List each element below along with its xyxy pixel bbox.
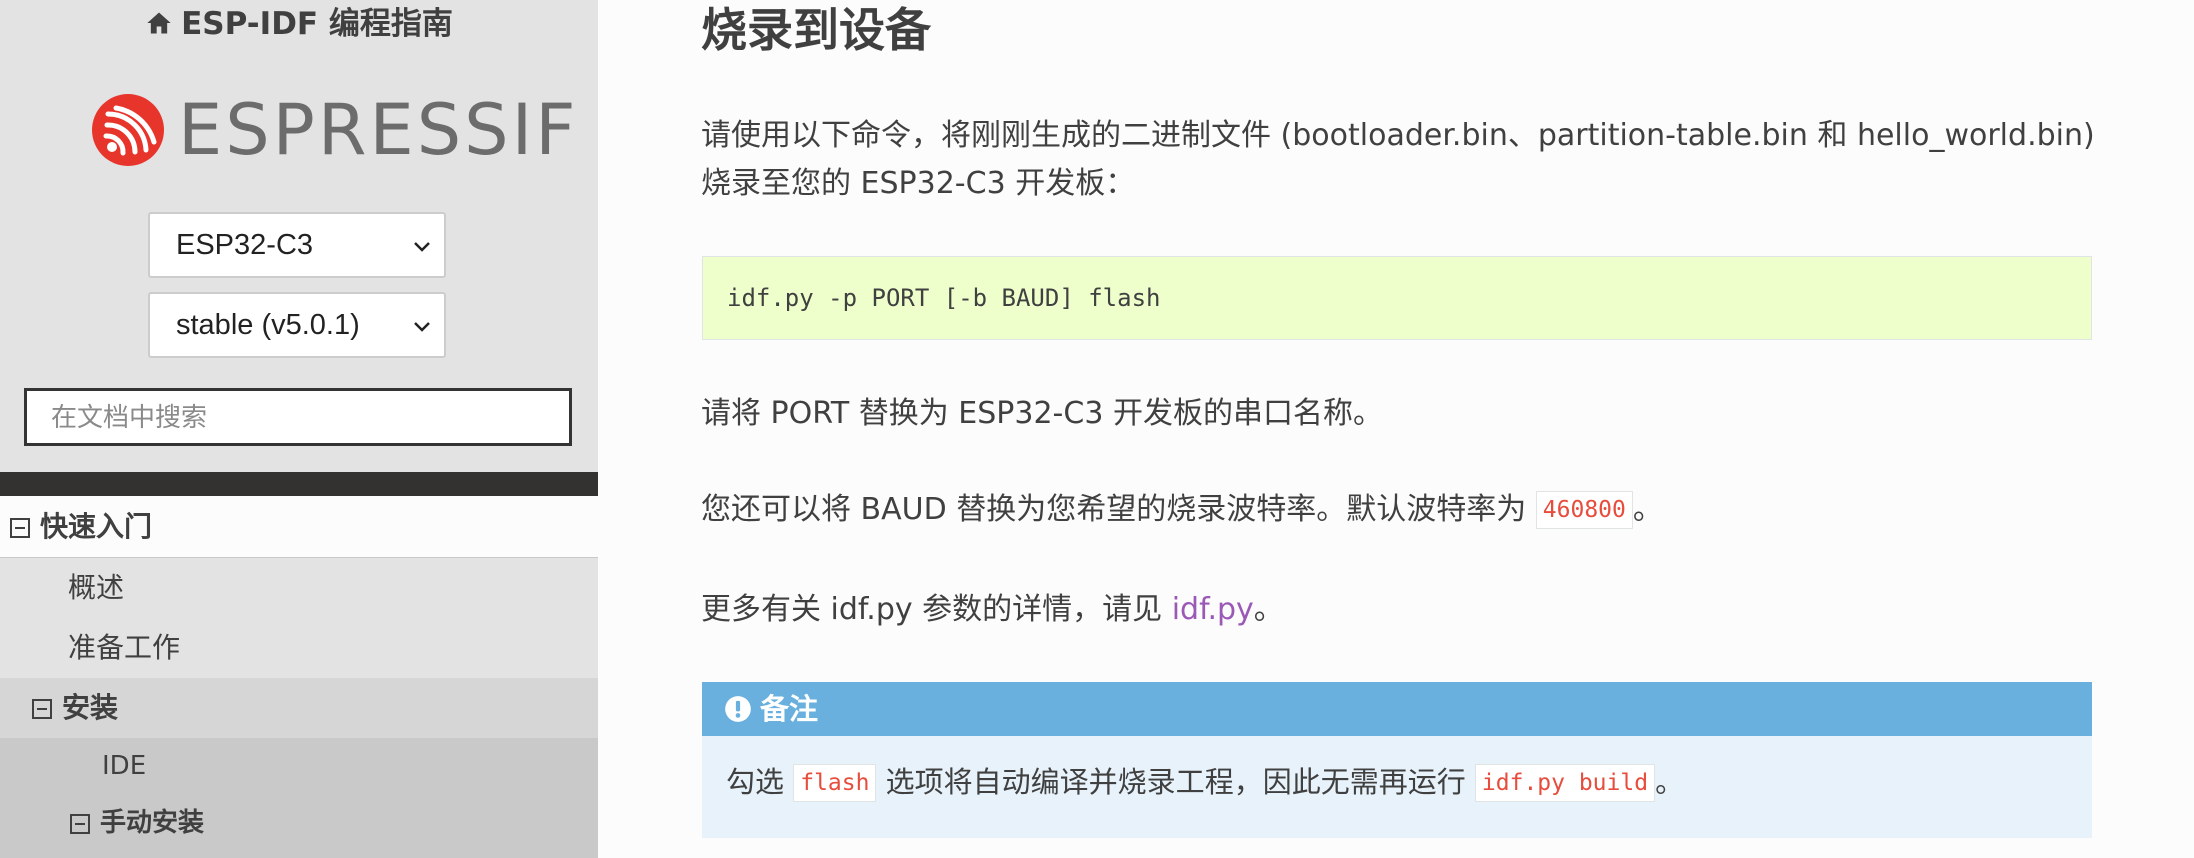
collapse-icon[interactable]	[32, 699, 52, 719]
espressif-logo-mark	[92, 94, 164, 166]
note-body: 勾选 flash 选项将自动编译并烧录工程，因此无需再运行 idf.py bui…	[726, 760, 1684, 804]
nav-label: 快速入门	[40, 510, 153, 543]
search-input[interactable]: 在文档中搜索	[24, 388, 572, 446]
intro-line-2: 烧录至您的 ESP32-C3 开发板：	[701, 166, 1136, 201]
sidebar-header: ESP-IDF 编程指南 ESPRESSIF ESP32-C3 stable (…	[0, 0, 598, 472]
note-title: 备注	[702, 682, 2092, 736]
more-info-end: 。	[1253, 592, 1284, 627]
note-text-middle: 选项将自动编译并烧录工程，因此无需再运行	[876, 765, 1475, 799]
version-select-value: stable (v5.0.1)	[176, 309, 360, 341]
nav-item-manual-install[interactable]: 手动安装	[0, 794, 598, 858]
collapse-icon[interactable]	[70, 813, 90, 834]
sidebar: ESP-IDF 编程指南 ESPRESSIF ESP32-C3 stable (…	[0, 0, 598, 858]
nav-item-quickstart[interactable]: 快速入门	[0, 496, 598, 558]
chevron-down-icon	[414, 242, 430, 252]
nav-item-overview[interactable]: 概述	[0, 558, 598, 618]
project-title: ESP-IDF 编程指南	[181, 6, 453, 42]
version-select[interactable]: stable (v5.0.1)	[148, 292, 446, 358]
baud-paragraph: 您还可以将 BAUD 替换为您希望的烧录波特率。默认波特率为 460800。	[701, 486, 2101, 534]
main-content: 烧录到设备 请使用以下命令，将刚刚生成的二进制文件 (bootloader.bi…	[598, 0, 2194, 858]
note-text-end: 。	[1655, 765, 1685, 799]
baud-text: 您还可以将 BAUD 替换为您希望的烧录波特率。默认波特率为	[701, 492, 1536, 527]
page-title: 烧录到设备	[701, 3, 931, 57]
code-block: idf.py -p PORT [-b BAUD] flash	[702, 256, 2092, 340]
home-icon	[147, 12, 171, 34]
nav-item-installation[interactable]: 安装	[0, 678, 598, 738]
port-paragraph: 请将 PORT 替换为 ESP32-C3 开发板的串口名称。	[701, 396, 1383, 431]
logo-wordmark: ESPRESSIF	[178, 89, 579, 171]
target-select-value: ESP32-C3	[176, 229, 314, 261]
code-text: idf.py -p PORT [-b BAUD] flash	[727, 284, 1161, 312]
idf-build-code: idf.py build	[1474, 764, 1656, 802]
target-select[interactable]: ESP32-C3	[148, 212, 446, 278]
flash-code: flash	[793, 764, 877, 802]
project-home-link[interactable]: ESP-IDF 编程指南	[0, 0, 598, 50]
more-info-text: 更多有关 idf.py 参数的详情，请见	[701, 592, 1172, 627]
note-text: 勾选	[726, 765, 794, 799]
intro-line-1: 请使用以下命令，将刚刚生成的二进制文件 (bootloader.bin、part…	[701, 118, 2095, 153]
sidebar-divider	[0, 472, 598, 496]
baud-text-end: 。	[1632, 492, 1663, 527]
nav-item-ide[interactable]: IDE	[0, 738, 598, 794]
intro-paragraph: 请使用以下命令，将刚刚生成的二进制文件 (bootloader.bin、part…	[701, 112, 2101, 208]
nav-label: IDE	[102, 751, 147, 781]
note-title-text: 备注	[760, 692, 819, 726]
more-info-paragraph: 更多有关 idf.py 参数的详情，请见 idf.py。	[701, 586, 2101, 634]
exclamation-circle-icon	[725, 696, 751, 722]
nav-label: 手动安装	[100, 808, 205, 838]
chevron-down-icon	[414, 322, 430, 332]
espressif-logo[interactable]: ESPRESSIF	[90, 90, 576, 170]
nav-item-prerequisites[interactable]: 准备工作	[0, 618, 598, 678]
note-admonition: 备注 勾选 flash 选项将自动编译并烧录工程，因此无需再运行 idf.py …	[702, 682, 2092, 838]
idf-py-link[interactable]: idf.py	[1172, 592, 1254, 627]
nav-label: 概述	[68, 571, 125, 604]
nav-label: 安装	[62, 691, 119, 724]
baud-default-code: 460800	[1535, 491, 1633, 529]
collapse-icon[interactable]	[10, 518, 30, 538]
nav-label: 准备工作	[68, 631, 181, 664]
search-placeholder: 在文档中搜索	[51, 402, 208, 432]
